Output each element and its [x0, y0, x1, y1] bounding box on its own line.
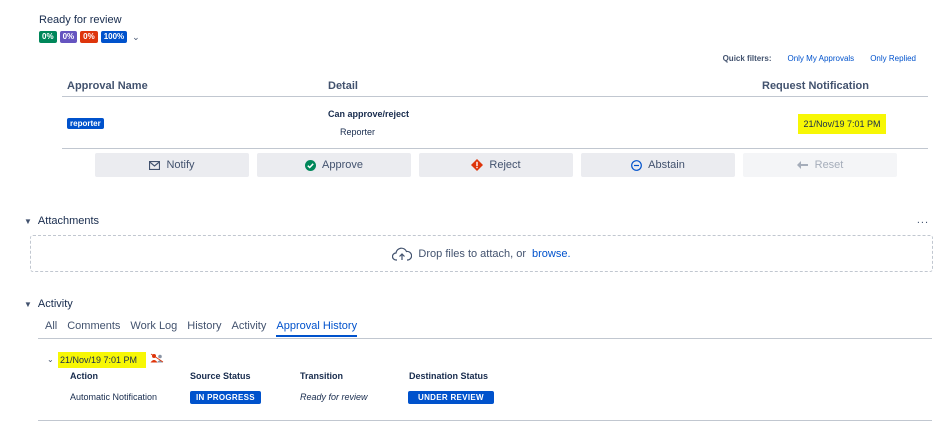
approval-detail-title: Can approve/reject	[328, 109, 410, 119]
history-header-destination: Destination Status	[409, 371, 489, 381]
history-header-source: Source Status	[190, 371, 251, 381]
notification-date: 21/Nov/19 7:01 PM	[798, 114, 886, 134]
filter-only-replied[interactable]: Only Replied	[870, 54, 916, 63]
check-circle-icon	[305, 159, 316, 171]
quick-filters: Quick filters: Only My Approvals Only Re…	[723, 54, 916, 63]
notify-button[interactable]: Notify	[95, 153, 249, 177]
history-entry-date: 21/Nov/19 7:01 PM	[58, 352, 146, 368]
header-detail: Detail	[328, 80, 358, 92]
tab-activity[interactable]: Activity	[232, 320, 267, 337]
history-divider	[38, 420, 932, 421]
source-status-badge: IN PROGRESS	[190, 391, 261, 404]
reset-label: Reset	[814, 159, 844, 171]
approval-progress[interactable]: 0% 0% 0% 100% ⌄	[39, 31, 140, 43]
activity-header[interactable]: ▼ Activity	[24, 298, 73, 310]
chevron-down-icon[interactable]: ▼	[24, 300, 32, 309]
chevron-down-icon[interactable]: ⌄	[47, 355, 54, 364]
more-options-icon[interactable]: ...	[917, 214, 929, 226]
warning-diamond-icon	[471, 159, 484, 171]
progress-pending: 100%	[100, 31, 128, 43]
activity-title: Activity	[37, 298, 73, 310]
progress-approved: 0%	[39, 31, 57, 43]
filter-only-my-approvals[interactable]: Only My Approvals	[787, 54, 854, 63]
tab-approval-history[interactable]: Approval History	[276, 320, 358, 337]
undo-arrow-icon	[796, 161, 809, 169]
cloud-upload-icon	[392, 247, 413, 261]
reject-label: Reject	[489, 159, 521, 171]
envelope-icon	[149, 160, 161, 170]
notify-label: Notify	[166, 159, 195, 171]
user-change-icon	[150, 353, 164, 366]
header-approval-name: Approval Name	[67, 80, 148, 92]
attachments-title: Attachments	[37, 215, 100, 227]
tab-history[interactable]: History	[187, 320, 221, 337]
activity-tabs: All Comments Work Log History Activity A…	[45, 320, 358, 337]
header-request-notification: Request Notification	[762, 80, 869, 92]
tabs-divider	[38, 338, 932, 339]
abstain-label: Abstain	[648, 159, 685, 171]
destination-status-badge: UNDER REVIEW	[408, 391, 494, 404]
chevron-down-icon[interactable]: ⌄	[132, 32, 140, 43]
tab-comments[interactable]: Comments	[67, 320, 120, 337]
approval-detail-sub: Reporter	[340, 127, 376, 137]
abstain-button[interactable]: Abstain	[581, 153, 735, 177]
approver-role-badge: reporter	[67, 118, 104, 129]
history-header-transition: Transition	[300, 371, 344, 381]
approve-label: Approve	[322, 159, 363, 171]
tab-all[interactable]: All	[45, 320, 57, 337]
progress-abstained: 0%	[59, 31, 78, 43]
quick-filters-label: Quick filters:	[722, 54, 772, 63]
history-action: Automatic Notification	[70, 392, 158, 402]
browse-link[interactable]: browse.	[532, 248, 571, 260]
reject-button[interactable]: Reject	[419, 153, 573, 177]
chevron-down-icon[interactable]: ▼	[24, 217, 32, 226]
dropzone-text: Drop files to attach, or	[418, 247, 527, 260]
attachments-header[interactable]: ▼ Attachments	[24, 215, 99, 227]
header-divider	[62, 96, 928, 97]
history-transition: Ready for review	[300, 392, 368, 402]
minus-circle-icon	[631, 159, 643, 171]
reset-button[interactable]: Reset	[743, 153, 897, 177]
approve-button[interactable]: Approve	[257, 153, 411, 177]
row-divider	[62, 148, 928, 149]
tab-work-log[interactable]: Work Log	[130, 320, 177, 337]
attachment-dropzone[interactable]: Drop files to attach, or browse.	[30, 235, 933, 272]
progress-rejected: 0%	[80, 31, 98, 43]
history-header-action: Action	[70, 371, 98, 381]
status-title: Ready for review	[39, 14, 122, 26]
